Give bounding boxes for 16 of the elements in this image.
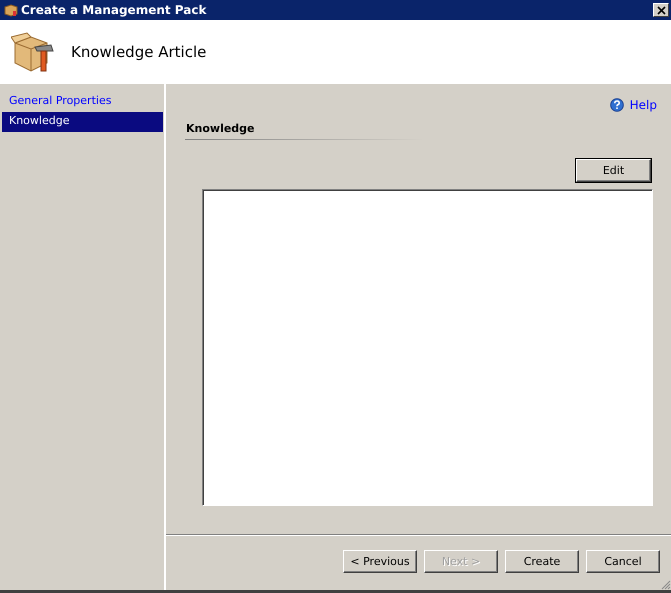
section-title: Knowledge [186,122,256,135]
close-icon [656,6,666,14]
window-title: Create a Management Pack [21,3,208,17]
help-icon[interactable] [610,98,624,112]
dialog-button[interactable]: Create [505,550,579,573]
resize-grip-icon[interactable] [660,579,671,590]
close-button[interactable] [653,3,669,17]
page-title: Knowledge Article [71,43,206,61]
sidebar-item[interactable]: General Properties [2,92,163,112]
dialog-button[interactable]: < Previous [343,550,417,573]
sidebar-item[interactable]: Knowledge [2,112,163,132]
box-hammer-icon [11,31,55,73]
box-icon [4,3,18,17]
help-link[interactable]: Help [630,98,657,112]
dialog-button[interactable]: Cancel [586,550,660,573]
edit-button[interactable]: Edit [576,159,651,182]
